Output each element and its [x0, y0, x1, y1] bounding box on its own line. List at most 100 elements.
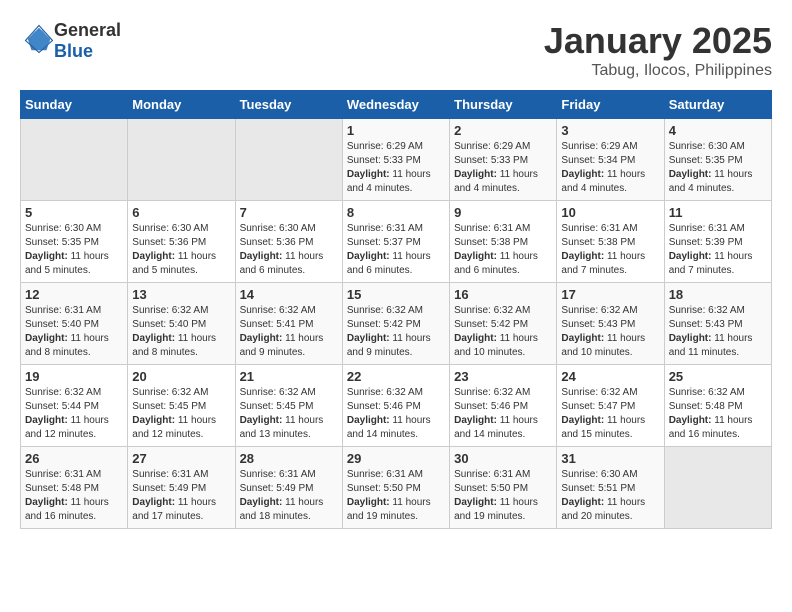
day-info: Sunrise: 6:30 AMSunset: 5:36 PMDaylight:… — [240, 222, 338, 278]
header-row: SundayMondayTuesdayWednesdayThursdayFrid… — [21, 91, 772, 119]
day-cell — [21, 119, 128, 201]
day-cell: 31 Sunrise: 6:30 AMSunset: 5:51 PMDayligh… — [557, 447, 664, 529]
day-info: Sunrise: 6:31 AMSunset: 5:48 PMDaylight:… — [25, 468, 123, 524]
day-number: 21 — [240, 369, 338, 384]
day-number: 1 — [347, 123, 445, 138]
day-number: 28 — [240, 451, 338, 466]
day-number: 14 — [240, 287, 338, 302]
day-cell: 17 Sunrise: 6:32 AMSunset: 5:43 PMDayligh… — [557, 283, 664, 365]
day-cell: 16 Sunrise: 6:32 AMSunset: 5:42 PMDayligh… — [450, 283, 557, 365]
day-number: 19 — [25, 369, 123, 384]
day-number: 20 — [132, 369, 230, 384]
day-info: Sunrise: 6:30 AMSunset: 5:36 PMDaylight:… — [132, 222, 230, 278]
day-info: Sunrise: 6:29 AMSunset: 5:33 PMDaylight:… — [454, 140, 552, 196]
day-info: Sunrise: 6:32 AMSunset: 5:46 PMDaylight:… — [454, 386, 552, 442]
day-info: Sunrise: 6:32 AMSunset: 5:45 PMDaylight:… — [132, 386, 230, 442]
day-number: 30 — [454, 451, 552, 466]
day-number: 24 — [561, 369, 659, 384]
day-number: 29 — [347, 451, 445, 466]
day-cell: 11 Sunrise: 6:31 AMSunset: 5:39 PMDayligh… — [664, 201, 771, 283]
logo-blue: Blue — [54, 41, 93, 61]
day-number: 13 — [132, 287, 230, 302]
day-cell: 14Sunrise: 6:32 AMSunset: 5:41 PMDayligh… — [235, 283, 342, 365]
day-number: 11 — [669, 205, 767, 220]
day-number: 31 — [561, 451, 659, 466]
day-cell: 18Sunrise: 6:32 AMSunset: 5:43 PMDayligh… — [664, 283, 771, 365]
day-info: Sunrise: 6:30 AMSunset: 5:35 PMDaylight:… — [669, 140, 767, 196]
header-cell-monday: Monday — [128, 91, 235, 119]
calendar-subtitle: Tabug, Ilocos, Philippines — [544, 62, 772, 80]
day-cell: 28 Sunrise: 6:31 AMSunset: 5:49 PMDayligh… — [235, 447, 342, 529]
day-number: 18 — [669, 287, 767, 302]
day-number: 10 — [561, 205, 659, 220]
day-cell: 26 Sunrise: 6:31 AMSunset: 5:48 PMDayligh… — [21, 447, 128, 529]
day-cell: 13 Sunrise: 6:32 AMSunset: 5:40 PMDayligh… — [128, 283, 235, 365]
day-cell: 25Sunrise: 6:32 AMSunset: 5:48 PMDayligh… — [664, 365, 771, 447]
day-number: 3 — [561, 123, 659, 138]
day-number: 4 — [669, 123, 767, 138]
title-area: January 2025 Tabug, Ilocos, Philippines — [544, 20, 772, 80]
day-cell: 9Sunrise: 6:31 AMSunset: 5:38 PMDaylight… — [450, 201, 557, 283]
day-number: 27 — [132, 451, 230, 466]
day-cell: 20 Sunrise: 6:32 AMSunset: 5:45 PMDayligh… — [128, 365, 235, 447]
day-number: 7 — [240, 205, 338, 220]
day-number: 15 — [347, 287, 445, 302]
day-info: Sunrise: 6:32 AMSunset: 5:47 PMDaylight:… — [561, 386, 659, 442]
day-info: Sunrise: 6:32 AMSunset: 5:40 PMDaylight:… — [132, 304, 230, 360]
day-cell: 10 Sunrise: 6:31 AMSunset: 5:38 PMDayligh… — [557, 201, 664, 283]
header-cell-sunday: Sunday — [21, 91, 128, 119]
day-cell — [235, 119, 342, 201]
day-info: Sunrise: 6:30 AMSunset: 5:51 PMDaylight:… — [561, 468, 659, 524]
day-cell: 21 Sunrise: 6:32 AMSunset: 5:45 PMDayligh… — [235, 365, 342, 447]
day-info: Sunrise: 6:29 AMSunset: 5:34 PMDaylight:… — [561, 140, 659, 196]
header-cell-saturday: Saturday — [664, 91, 771, 119]
week-row-2: 5Sunrise: 6:30 AMSunset: 5:35 PMDaylight… — [21, 201, 772, 283]
day-info: Sunrise: 6:32 AMSunset: 5:48 PMDaylight:… — [669, 386, 767, 442]
day-cell: 5Sunrise: 6:30 AMSunset: 5:35 PMDaylight… — [21, 201, 128, 283]
header-cell-friday: Friday — [557, 91, 664, 119]
day-info: Sunrise: 6:30 AMSunset: 5:35 PMDaylight:… — [25, 222, 123, 278]
week-row-4: 19Sunrise: 6:32 AMSunset: 5:44 PMDayligh… — [21, 365, 772, 447]
day-cell: 2 Sunrise: 6:29 AMSunset: 5:33 PMDaylight… — [450, 119, 557, 201]
header: General Blue January 2025 Tabug, Ilocos,… — [20, 20, 772, 80]
day-cell — [128, 119, 235, 201]
calendar-table: SundayMondayTuesdayWednesdayThursdayFrid… — [20, 90, 772, 529]
week-row-3: 12Sunrise: 6:31 AMSunset: 5:40 PMDayligh… — [21, 283, 772, 365]
logo: General Blue — [20, 20, 121, 62]
day-cell: 24 Sunrise: 6:32 AMSunset: 5:47 PMDayligh… — [557, 365, 664, 447]
day-info: Sunrise: 6:31 AMSunset: 5:49 PMDaylight:… — [132, 468, 230, 524]
day-info: Sunrise: 6:31 AMSunset: 5:38 PMDaylight:… — [561, 222, 659, 278]
day-cell: 6 Sunrise: 6:30 AMSunset: 5:36 PMDaylight… — [128, 201, 235, 283]
day-info: Sunrise: 6:31 AMSunset: 5:50 PMDaylight:… — [347, 468, 445, 524]
day-cell: 7 Sunrise: 6:30 AMSunset: 5:36 PMDaylight… — [235, 201, 342, 283]
day-info: Sunrise: 6:32 AMSunset: 5:42 PMDaylight:… — [347, 304, 445, 360]
day-info: Sunrise: 6:29 AMSunset: 5:33 PMDaylight:… — [347, 140, 445, 196]
week-row-1: 1 Sunrise: 6:29 AMSunset: 5:33 PMDaylight… — [21, 119, 772, 201]
day-cell: 30Sunrise: 6:31 AMSunset: 5:50 PMDayligh… — [450, 447, 557, 529]
day-cell: 23Sunrise: 6:32 AMSunset: 5:46 PMDayligh… — [450, 365, 557, 447]
logo-image — [20, 24, 54, 59]
logo-general: General — [54, 20, 121, 40]
day-number: 6 — [132, 205, 230, 220]
day-info: Sunrise: 6:31 AMSunset: 5:39 PMDaylight:… — [669, 222, 767, 278]
calendar-title: January 2025 — [544, 20, 772, 62]
day-info: Sunrise: 6:31 AMSunset: 5:49 PMDaylight:… — [240, 468, 338, 524]
day-cell: 12Sunrise: 6:31 AMSunset: 5:40 PMDayligh… — [21, 283, 128, 365]
day-number: 17 — [561, 287, 659, 302]
header-cell-tuesday: Tuesday — [235, 91, 342, 119]
day-cell: 1 Sunrise: 6:29 AMSunset: 5:33 PMDaylight… — [342, 119, 449, 201]
day-number: 16 — [454, 287, 552, 302]
day-cell — [664, 447, 771, 529]
day-cell: 22Sunrise: 6:32 AMSunset: 5:46 PMDayligh… — [342, 365, 449, 447]
day-number: 12 — [25, 287, 123, 302]
day-number: 26 — [25, 451, 123, 466]
day-info: Sunrise: 6:31 AMSunset: 5:37 PMDaylight:… — [347, 222, 445, 278]
day-cell: 27 Sunrise: 6:31 AMSunset: 5:49 PMDayligh… — [128, 447, 235, 529]
day-info: Sunrise: 6:32 AMSunset: 5:43 PMDaylight:… — [561, 304, 659, 360]
day-info: Sunrise: 6:32 AMSunset: 5:42 PMDaylight:… — [454, 304, 552, 360]
header-cell-wednesday: Wednesday — [342, 91, 449, 119]
day-number: 9 — [454, 205, 552, 220]
day-cell: 19Sunrise: 6:32 AMSunset: 5:44 PMDayligh… — [21, 365, 128, 447]
day-info: Sunrise: 6:32 AMSunset: 5:45 PMDaylight:… — [240, 386, 338, 442]
day-number: 2 — [454, 123, 552, 138]
